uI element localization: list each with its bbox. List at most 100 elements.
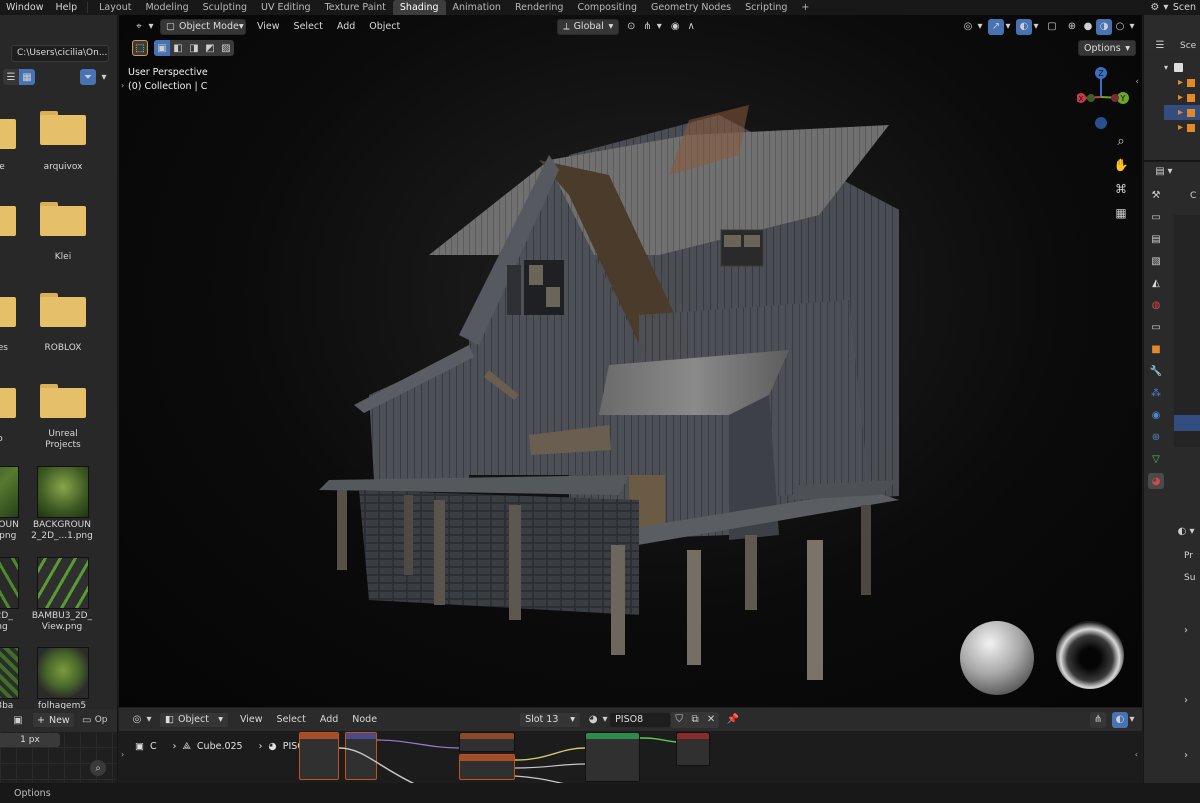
gizmo-negz-axis[interactable]: [1095, 117, 1107, 129]
tab-modeling[interactable]: Modeling: [138, 0, 195, 15]
tab-compositing[interactable]: Compositing: [570, 0, 644, 15]
editor-type-icon[interactable]: ☰: [1152, 37, 1168, 53]
file-path-field[interactable]: C:\Users\cicilia\On...: [11, 45, 109, 62]
data-icon[interactable]: ▽: [1148, 451, 1164, 467]
menu-window[interactable]: Window: [0, 0, 49, 15]
output-icon[interactable]: ▤: [1148, 231, 1164, 247]
chevron-down-icon[interactable]: ▾: [1161, 0, 1171, 16]
overlay-icon[interactable]: ◐: [1016, 18, 1032, 35]
select-subtract-icon[interactable]: ◨: [186, 40, 202, 56]
modifier-icon[interactable]: 🔧: [1148, 363, 1164, 379]
gizmo-negx-axis[interactable]: [1111, 94, 1119, 102]
chevron-down-icon[interactable]: ▾: [1128, 19, 1136, 35]
shader-node-editor[interactable]: ◎ ▾ ◧ Object ▾ View Select Add Node Slot…: [119, 708, 1142, 788]
transform-orientation-selector[interactable]: ⟂ Global ▾: [557, 18, 620, 35]
image-thumbnail[interactable]: [0, 557, 19, 609]
folder-open-icon[interactable]: ▭: [79, 712, 95, 728]
folder-icon[interactable]: [0, 384, 16, 418]
view-layer-icon[interactable]: ▧: [1148, 253, 1164, 269]
surface-panel-label[interactable]: Su: [1184, 573, 1195, 583]
select-invert-icon[interactable]: ◩: [202, 40, 218, 56]
tab-rendering[interactable]: Rendering: [508, 0, 571, 15]
tab-scripting[interactable]: Scripting: [738, 0, 794, 15]
options-button[interactable]: Options ▾: [1078, 40, 1136, 56]
outliner-row[interactable]: ▸: [1164, 90, 1200, 105]
physics-icon[interactable]: ◉: [1148, 407, 1164, 423]
falloff-icon[interactable]: ∧: [683, 19, 699, 35]
chevron-down-icon[interactable]: ▾: [655, 19, 663, 35]
constraints-icon[interactable]: ⊛: [1148, 429, 1164, 445]
image-thumbnail[interactable]: [0, 647, 19, 699]
chevron-right-icon[interactable]: ›: [1184, 695, 1188, 706]
tab-layout[interactable]: Layout: [92, 0, 138, 15]
zoom-icon[interactable]: ⌕: [90, 760, 106, 776]
chevron-down-icon[interactable]: ▾: [976, 19, 984, 35]
select-new-icon[interactable]: ▣: [154, 40, 170, 56]
menu-add[interactable]: Add: [330, 21, 362, 32]
material-icon[interactable]: ◕: [1148, 473, 1164, 489]
image-thumbnail[interactable]: [37, 557, 89, 609]
chevron-left-icon[interactable]: ‹: [1135, 77, 1139, 87]
scene-selector[interactable]: Scen: [1171, 0, 1200, 15]
chevron-down-icon[interactable]: ▾: [1166, 163, 1174, 179]
chevron-down-icon[interactable]: ▾: [147, 19, 155, 35]
selected-material-slot[interactable]: [1174, 415, 1200, 431]
folder-icon[interactable]: [0, 202, 16, 236]
folder-icon[interactable]: [40, 202, 86, 236]
zoom-icon[interactable]: ⌕: [1113, 133, 1129, 149]
add-workspace-button[interactable]: +: [794, 0, 816, 15]
material-shading-icon[interactable]: ◑: [1096, 18, 1112, 35]
folder-icon[interactable]: [40, 384, 86, 418]
render-icon[interactable]: ▭: [1148, 209, 1164, 225]
image-thumbnail[interactable]: [37, 466, 89, 518]
select-intersect-icon[interactable]: ▨: [218, 40, 234, 56]
gizmo-icon[interactable]: ↗: [988, 18, 1004, 35]
menu-select[interactable]: Select: [287, 21, 330, 32]
pivot-icon[interactable]: ⊙: [623, 19, 639, 35]
wireframe-shading-icon[interactable]: ⊕: [1064, 19, 1080, 35]
tool-icon[interactable]: ⚒: [1148, 187, 1164, 203]
tab-uv-editing[interactable]: UV Editing: [254, 0, 318, 15]
tab-sculpting[interactable]: Sculpting: [196, 0, 254, 15]
xray-icon[interactable]: ▢: [1044, 19, 1060, 35]
house-3d-model[interactable]: [309, 95, 899, 695]
new-image-button[interactable]: + New: [32, 712, 75, 728]
folder-icon[interactable]: [0, 293, 16, 327]
perspective-toggle-icon[interactable]: ▦: [1113, 205, 1129, 221]
tab-geometry-nodes[interactable]: Geometry Nodes: [644, 0, 738, 15]
outliner-row[interactable]: ▸: [1164, 75, 1200, 90]
tab-shading[interactable]: Shading: [392, 0, 446, 15]
navigation-gizmo[interactable]: Z Y X: [1077, 65, 1135, 135]
3d-viewport[interactable]: ⌖ ▾ ▢ Object Mode ▾ View Select Add Obje…: [119, 15, 1142, 707]
menu-object[interactable]: Object: [362, 21, 407, 32]
preview-panel-label[interactable]: Pr: [1184, 551, 1193, 561]
image-editor-type-icon[interactable]: ▣: [10, 712, 26, 728]
zoom-field[interactable]: 1 px: [0, 733, 60, 747]
chevron-down-icon[interactable]: ▾: [1032, 19, 1040, 35]
object-icon[interactable]: ■: [1148, 341, 1164, 357]
snap-icon[interactable]: ⋔: [639, 19, 655, 35]
proportional-edit-icon[interactable]: ◉: [667, 19, 683, 35]
options-label[interactable]: Options: [14, 788, 51, 799]
chevron-right-icon[interactable]: ›: [1184, 625, 1188, 636]
material-slot-list[interactable]: [1174, 215, 1200, 447]
tab-animation[interactable]: Animation: [446, 0, 508, 15]
outliner-row[interactable]: ▾: [1164, 60, 1200, 75]
collection-icon[interactable]: ▭: [1148, 319, 1164, 335]
mode-selector[interactable]: ▢ Object Mode ▾: [160, 18, 246, 35]
image-thumbnail[interactable]: [0, 466, 19, 518]
chevron-down-icon[interactable]: ▾: [1188, 523, 1196, 539]
gizmo-negy-axis[interactable]: [1087, 94, 1095, 102]
thumbnail-view-icon[interactable]: ▦: [19, 69, 35, 85]
chevron-down-icon[interactable]: ▾: [96, 69, 112, 85]
list-view-icon[interactable]: ☰: [3, 69, 19, 85]
world-icon[interactable]: ◍: [1148, 297, 1164, 313]
camera-view-icon[interactable]: ⌘: [1113, 181, 1129, 197]
filter-icon[interactable]: ⏷: [80, 69, 96, 85]
menu-help[interactable]: Help: [49, 0, 83, 15]
outliner-row[interactable]: ▸: [1164, 105, 1200, 120]
solid-shading-icon[interactable]: ●: [1080, 19, 1096, 35]
open-label[interactable]: Op: [95, 715, 108, 725]
image-thumbnail[interactable]: [37, 647, 89, 699]
folder-icon[interactable]: [40, 111, 86, 145]
